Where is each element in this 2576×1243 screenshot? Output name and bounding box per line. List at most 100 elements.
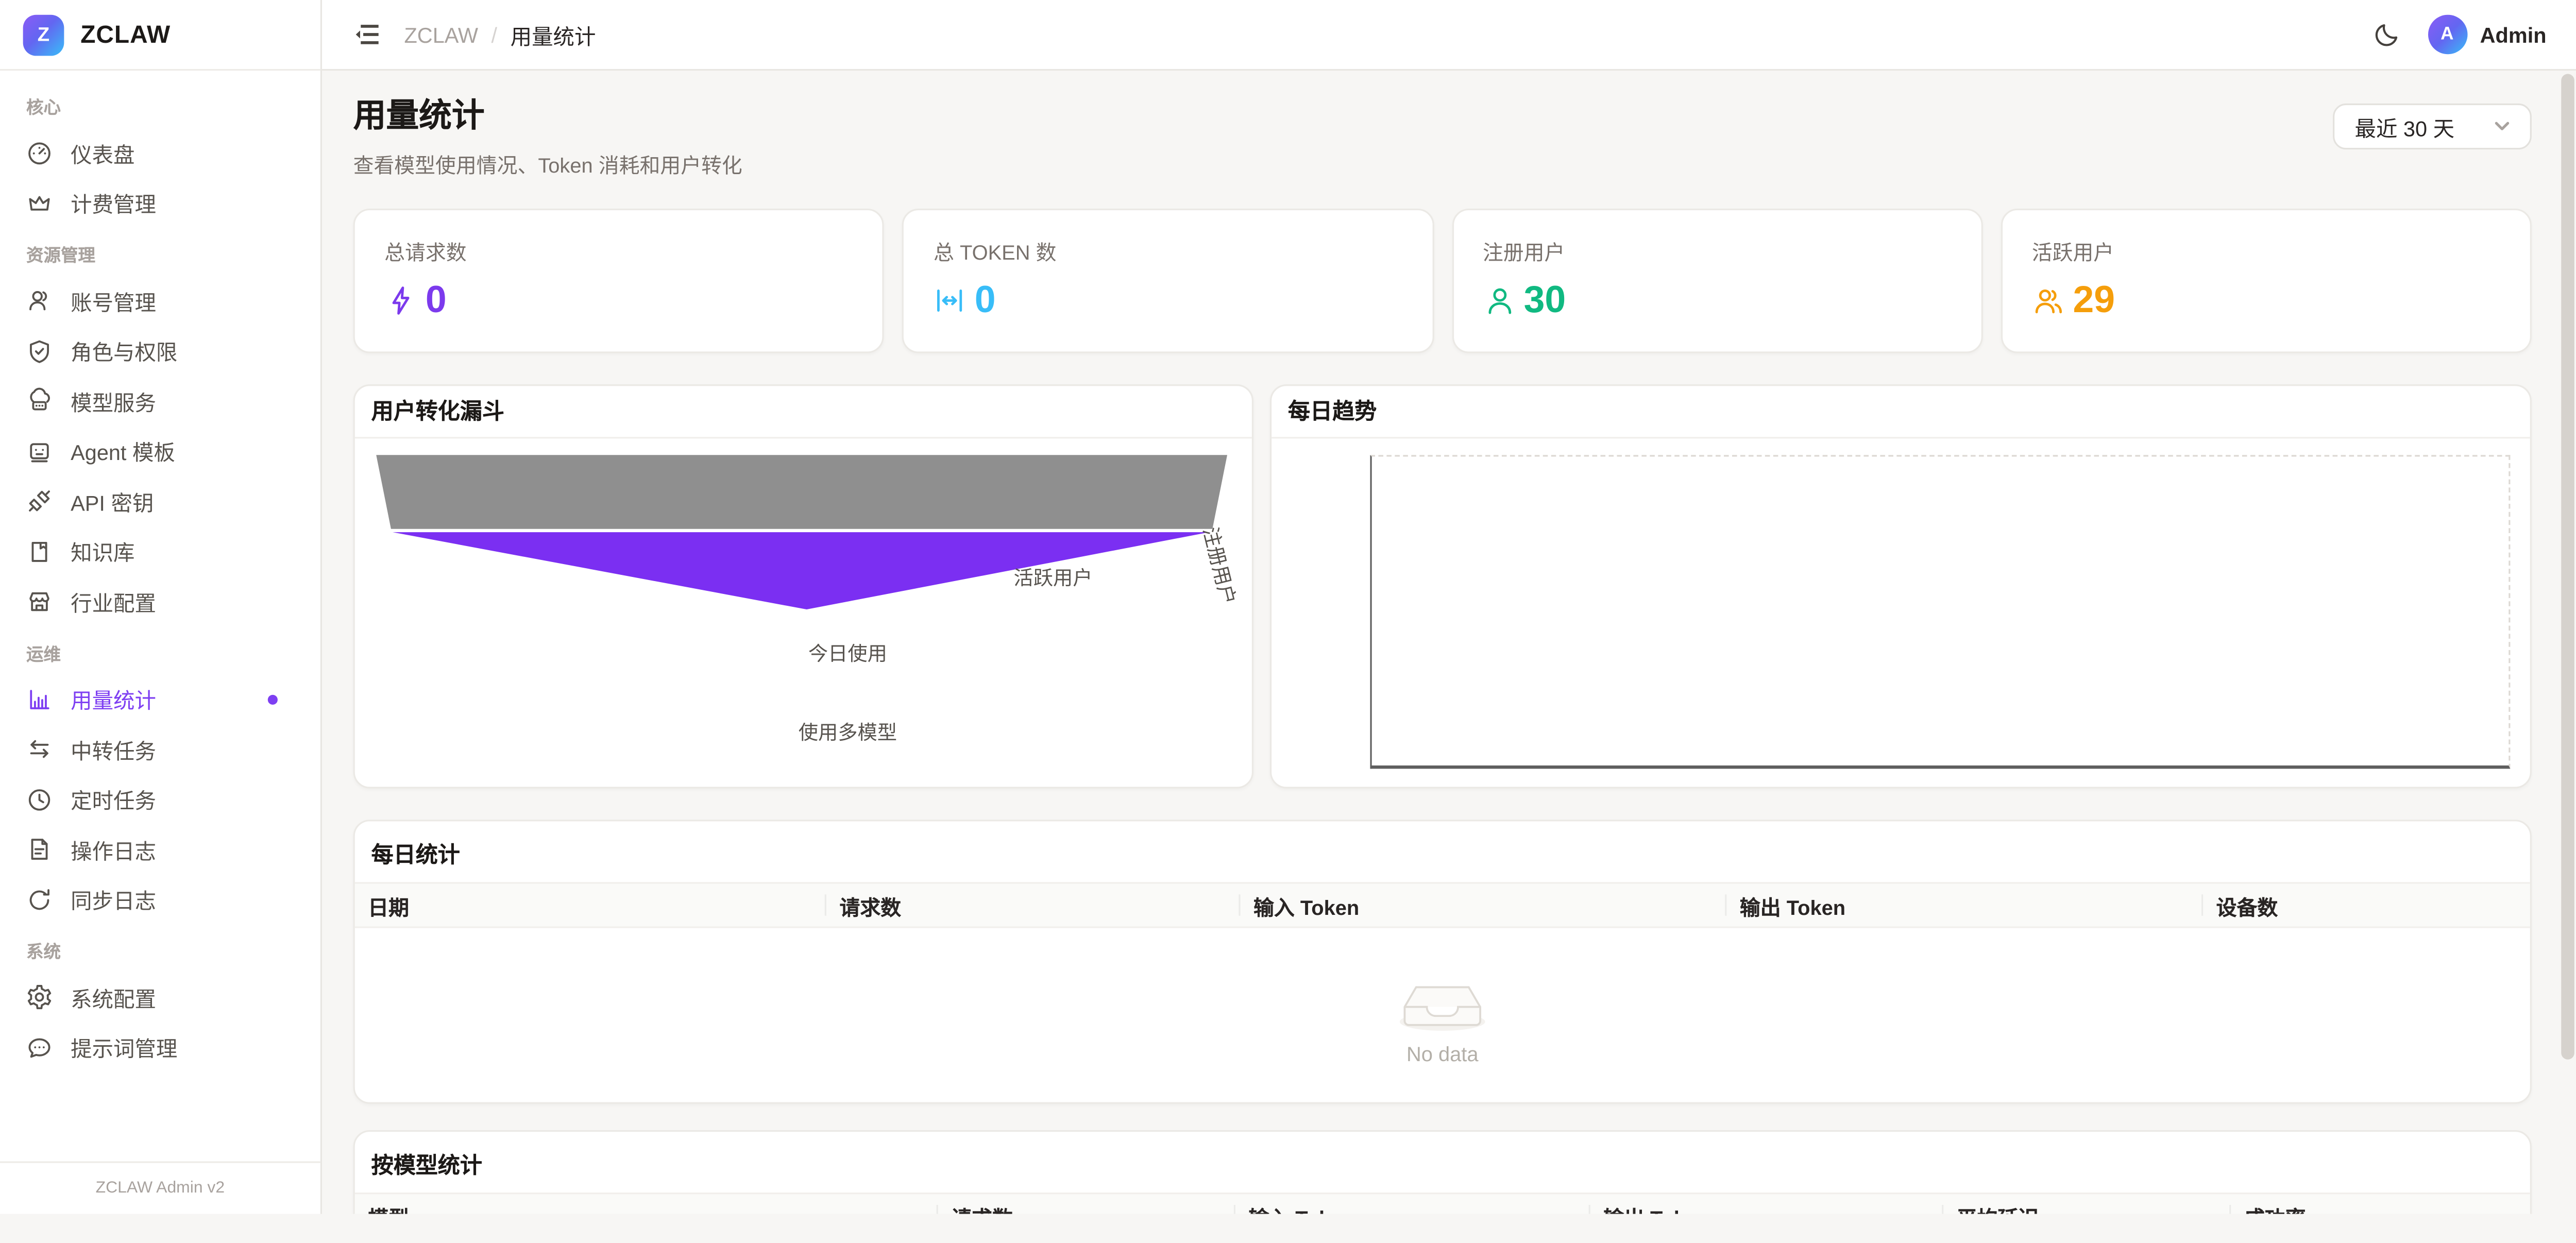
sidebar-item-label: 中转任务	[71, 734, 156, 765]
date-range-value: 最近 30 天	[2355, 111, 2455, 142]
stat-label: 活跃用户	[2032, 235, 2501, 266]
stat-label: 注册用户	[1483, 235, 1952, 266]
sidebar-item-label: 计费管理	[71, 188, 156, 219]
sidebar-item-model-service[interactable]: 模型服务	[0, 376, 320, 426]
store-icon	[26, 588, 53, 615]
sidebar-item-label: 角色与权限	[71, 335, 177, 367]
sidebar-item-prompt-management[interactable]: 提示词管理	[0, 1023, 320, 1072]
page-head: 用量统计 查看模型使用情况、Token 消耗和用户转化 最近 30 天	[353, 97, 2532, 179]
sidebar-item-label: 系统配置	[71, 982, 156, 1013]
clock-icon	[26, 787, 53, 813]
topbar: ZCLAW / 用量统计 A Admin	[322, 0, 2576, 71]
user-name[interactable]: Admin	[2480, 22, 2547, 47]
swap-icon	[26, 736, 53, 762]
file-text-icon	[26, 837, 53, 863]
column-header: 设备数	[2203, 884, 2530, 927]
sidebar-item-system-config[interactable]: 系统配置	[0, 973, 320, 1023]
breadcrumb-separator: /	[492, 22, 498, 47]
sidebar-item-label: 行业配置	[71, 586, 156, 618]
nav-section-label: 运维	[0, 627, 320, 674]
column-header: 输出 Token	[1590, 1194, 1944, 1214]
empty-text: No data	[1406, 1042, 1479, 1065]
users-icon	[26, 288, 53, 314]
sidebar-item-cron-tasks[interactable]: 定时任务	[0, 775, 320, 825]
user-icon	[1483, 283, 1516, 316]
breadcrumb-current: 用量统计	[511, 19, 596, 50]
sidebar-item-usage-stats[interactable]: 用量统计	[0, 674, 320, 724]
empty-inbox-icon	[1390, 965, 1495, 1032]
charts-row: 用户转化漏斗 注册用户 活跃用户 今日使用 使用多模型 每日趋势	[353, 384, 2532, 787]
nav-section-label: 资源管理	[0, 228, 320, 276]
page-title: 用量统计	[353, 97, 742, 137]
column-header: 日期	[355, 884, 826, 927]
stat-value: 29	[2073, 281, 2115, 318]
sidebar-item-industry-config[interactable]: 行业配置	[0, 576, 320, 626]
sync-icon	[26, 887, 53, 913]
column-header: 模型	[355, 1194, 938, 1214]
sidebar-footer-version: ZCLAW Admin v2	[0, 1161, 320, 1214]
funnel-card: 用户转化漏斗 注册用户 活跃用户 今日使用 使用多模型	[353, 384, 1253, 788]
page-subtitle: 查看模型使用情况、Token 消耗和用户转化	[353, 148, 742, 179]
sidebar-nav: 核心仪表盘计费管理资源管理账号管理角色与权限模型服务 Agent 模板 API 密钥…	[0, 71, 320, 1161]
stat-card-0: 总请求数0	[353, 209, 885, 353]
sidebar-item-roles[interactable]: 角色与权限	[0, 326, 320, 376]
stat-label: 总 TOKEN 数	[934, 235, 1402, 266]
sidebar-item-label: 用量统计	[71, 684, 156, 715]
logo-row[interactable]: Z ZCLAW	[0, 0, 320, 71]
sidebar-item-relay-tasks[interactable]: 中转任务	[0, 724, 320, 774]
breadcrumb: ZCLAW / 用量统计	[404, 19, 596, 50]
sidebar-item-label: API 密钥	[71, 486, 154, 517]
column-header: 输入 Token	[1241, 884, 1727, 927]
sidebar-item-operation-logs[interactable]: 操作日志	[0, 825, 320, 875]
sidebar-item-label: 模型服务	[71, 386, 156, 417]
sidebar: Z ZCLAW 核心仪表盘计费管理资源管理账号管理角色与权限模型服务 Agent …	[0, 0, 322, 1214]
stat-card-1: 总 TOKEN 数0	[902, 209, 1433, 353]
funnel-label-multimodel: 使用多模型	[799, 718, 897, 745]
date-range-select[interactable]: 最近 30 天	[2333, 104, 2532, 149]
moon-icon[interactable]	[2371, 20, 2401, 49]
funnel-label-today: 今日使用	[808, 639, 887, 667]
funnel-stage-registered[interactable]	[376, 455, 1227, 529]
nav-section-label: 系统	[0, 925, 320, 972]
sidebar-item-label: 操作日志	[71, 834, 156, 865]
column-header: 请求数	[826, 884, 1241, 927]
stat-card-3: 活跃用户 29	[2001, 209, 2532, 353]
nav-section-label: 核心	[0, 80, 320, 128]
users-duo-icon	[2032, 283, 2065, 316]
stats-row: 总请求数0总 TOKEN 数0注册用户30活跃用户29	[353, 209, 2532, 353]
chat-icon	[26, 1034, 53, 1061]
sidebar-item-label: Agent 模板	[71, 436, 175, 467]
gear-icon	[26, 984, 53, 1011]
sidebar-item-dashboard[interactable]: 仪表盘	[0, 128, 320, 178]
funnel-label-active: 活跃用户	[1013, 564, 1092, 591]
daily-table-empty-state: No data	[355, 928, 2530, 1102]
trend-card-title: 每日趋势	[1272, 386, 2530, 438]
sidebar-item-label: 知识库	[71, 536, 134, 567]
sidebar-item-sync-logs[interactable]: 同步日志	[0, 875, 320, 925]
column-header: 成功率	[2231, 1194, 2530, 1214]
sidebar-item-api-keys[interactable]: API 密钥	[0, 476, 320, 526]
sidebar-item-knowledge-base[interactable]: 知识库	[0, 526, 320, 576]
cloud-server-icon	[26, 388, 53, 414]
bar-chart-icon	[26, 686, 53, 712]
shield-check-icon	[26, 338, 53, 364]
book-icon	[26, 538, 53, 565]
funnel-card-title: 用户转化漏斗	[355, 386, 1252, 438]
trend-plot-area	[1370, 455, 2510, 769]
stat-value: 30	[1524, 281, 1566, 318]
collapse-sidebar-icon[interactable]	[351, 20, 381, 49]
user-avatar[interactable]: A	[2428, 15, 2467, 55]
sidebar-item-billing[interactable]: 计费管理	[0, 178, 320, 228]
model-stats-title: 按模型统计	[355, 1132, 2530, 1193]
breadcrumb-root[interactable]: ZCLAW	[404, 22, 478, 47]
sidebar-item-label: 提示词管理	[71, 1032, 177, 1063]
token-width-icon	[934, 283, 967, 316]
scrollbar-thumb[interactable]	[2561, 74, 2574, 1059]
sidebar-item-accounts[interactable]: 账号管理	[0, 276, 320, 326]
stat-value: 0	[426, 281, 447, 318]
sidebar-item-agent-template[interactable]: Agent 模板	[0, 426, 320, 476]
robot-icon	[26, 438, 53, 465]
column-header: 输入 Token	[1235, 1194, 1590, 1214]
stat-card-2: 注册用户 30	[1451, 209, 1982, 353]
app-root: Z ZCLAW 核心仪表盘计费管理资源管理账号管理角色与权限模型服务 Agent …	[0, 0, 2576, 1214]
